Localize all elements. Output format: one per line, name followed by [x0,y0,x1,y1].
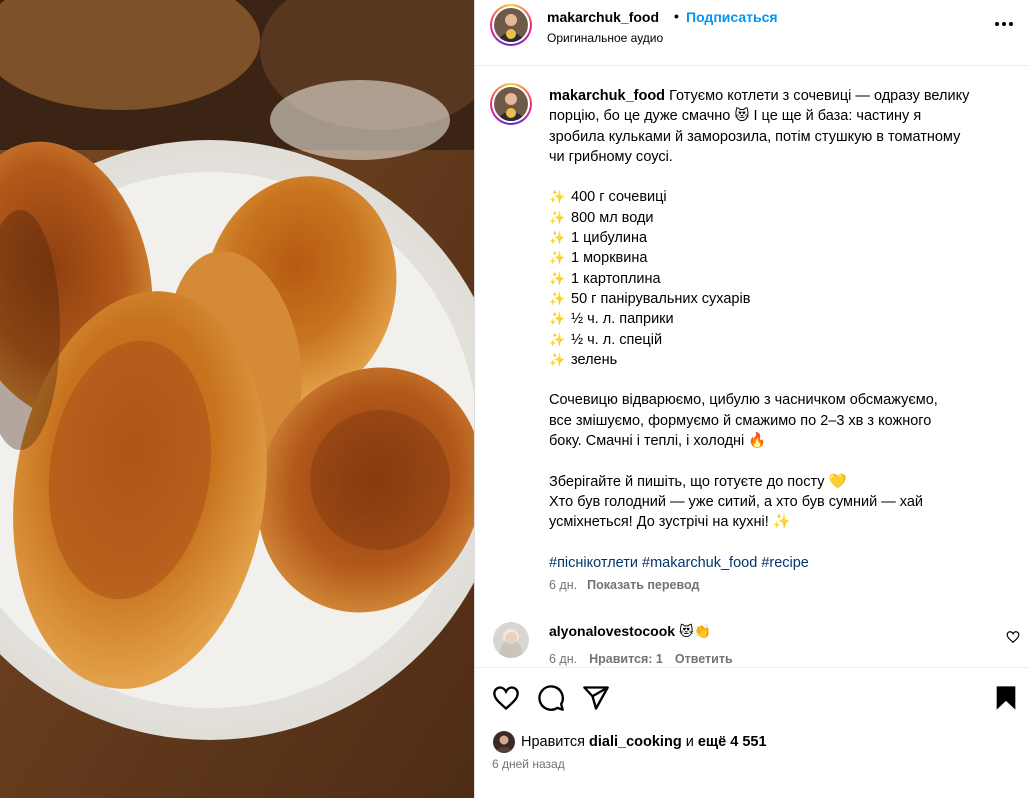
ingredient-item: ✨ 1 картоплина [549,269,1009,289]
ingredient-item: ✨ 1 морквина [549,248,1009,268]
caption-text: зробила кульками й заморозила, потім сту… [549,128,961,145]
post-timestamp: 6 дней назад [492,757,565,771]
caption-meta: 6 дн. Показать перевод [549,578,699,592]
sparkle-icon: ✨ [549,209,566,225]
sparkle-icon: ✨ [549,230,566,246]
liker-username[interactable]: diali_cooking [589,734,682,750]
hashtag-link[interactable]: #піснікотлети [549,555,638,571]
more-icon [995,22,1013,26]
post-caption: makarchuk_food Готуємо котлети з сочевиц… [549,86,1009,573]
sparkle-icon: ✨ [549,250,566,266]
post-media[interactable] [0,0,474,798]
comment-heart-icon[interactable] [1006,630,1020,644]
comment: alyonalovestocook 😻👏 [549,623,711,640]
caption-avatar[interactable] [490,83,532,125]
cutlets-photo [0,0,474,798]
sparkle-icon: ✨ [549,351,566,367]
commenter-avatar[interactable] [493,622,529,658]
ingredient-item: ✨ ½ ч. л. спецій [549,330,1009,350]
caption-text: боку. Смачні і теплі, і холодні 🔥 [549,433,767,450]
ingredient-item: ✨ 400 г сочевиці [549,187,1009,207]
hashtags: #піснікотлети #makarchuk_food #recipe [549,553,1009,573]
comment-icon[interactable] [537,684,565,712]
likes-joiner: и [685,734,694,750]
author-avatar[interactable] [490,4,532,46]
sparkle-icon: ✨ [549,189,566,205]
hashtag-link[interactable]: #recipe [761,555,809,571]
post-actions: Нравится diali_cooking и ещё 4 551 6 дне… [475,667,1029,798]
post-panel: makarchuk_food • Подписаться Оригинально… [474,0,1029,798]
follow-button[interactable]: Подписаться [686,9,778,25]
author-username[interactable]: makarchuk_food [547,9,659,25]
sparkle-icon: ✨ [549,311,566,327]
comment-likes[interactable]: Нравится: 1 [589,652,663,666]
ingredient-item: ✨ зелень [549,350,1009,370]
likes-count[interactable]: ещё 4 551 [698,734,767,750]
heart-icon[interactable] [492,684,520,712]
commenter-username[interactable]: alyonalovestocook [549,623,675,639]
hashtag-link[interactable]: #makarchuk_food [642,555,757,571]
avatar-image [494,87,528,121]
share-icon[interactable] [582,684,610,712]
likes-prefix: Нравится [521,734,585,750]
avatar-image [494,8,528,42]
comment-age: 6 дн. [549,652,578,666]
caption-text: все змішуємо, формуємо й смажимо по 2–3 … [549,412,932,429]
caption-text: Зберігайте й пишіть, що готуєте до посту… [549,473,847,490]
ingredient-item: ✨ 1 цибулина [549,228,1009,248]
caption-username[interactable]: makarchuk_food [549,88,665,104]
caption-text: Сочевицю відварюємо, цибулю з часничком … [549,392,938,409]
more-options-button[interactable] [990,14,1018,34]
likes-summary: Нравится diali_cooking и ещё 4 551 [493,730,767,754]
caption-text: усміхнеться! До зустрічі на кухні! ✨ [549,514,791,531]
caption-age[interactable]: 6 дн. [549,578,577,592]
ingredient-item: ✨ ½ ч. л. паприки [549,309,1009,329]
caption-text: чи грибному соусі. [549,148,673,165]
bookmark-icon[interactable] [992,684,1020,712]
sparkle-icon: ✨ [549,331,566,347]
ingredient-item: ✨ 50 г панірувальних сухарів [549,289,1009,309]
caption-text: Хто був голодний — уже ситий, а хто був … [549,493,924,510]
sparkle-icon: ✨ [549,270,566,286]
comment-text: 😻👏 [678,623,711,639]
ingredient-item: ✨ 800 мл води [549,208,1009,228]
audio-link[interactable]: Оригинальное аудио [547,31,663,45]
reply-button[interactable]: Ответить [675,652,733,666]
post-header: makarchuk_food • Подписаться Оригинально… [475,0,1029,66]
separator-dot: • [674,8,679,24]
sparkle-icon: ✨ [549,290,566,306]
liker-avatar[interactable] [493,731,515,753]
comment-meta: 6 дн. Нравится: 1 Ответить [549,652,733,666]
caption-text: Готуємо котлети з сочевиці — одразу вели… [669,88,970,104]
translate-button[interactable]: Показать перевод [587,578,699,592]
caption-text: порцію, бо це дуже смачно 😻 І це ще й ба… [549,108,922,125]
